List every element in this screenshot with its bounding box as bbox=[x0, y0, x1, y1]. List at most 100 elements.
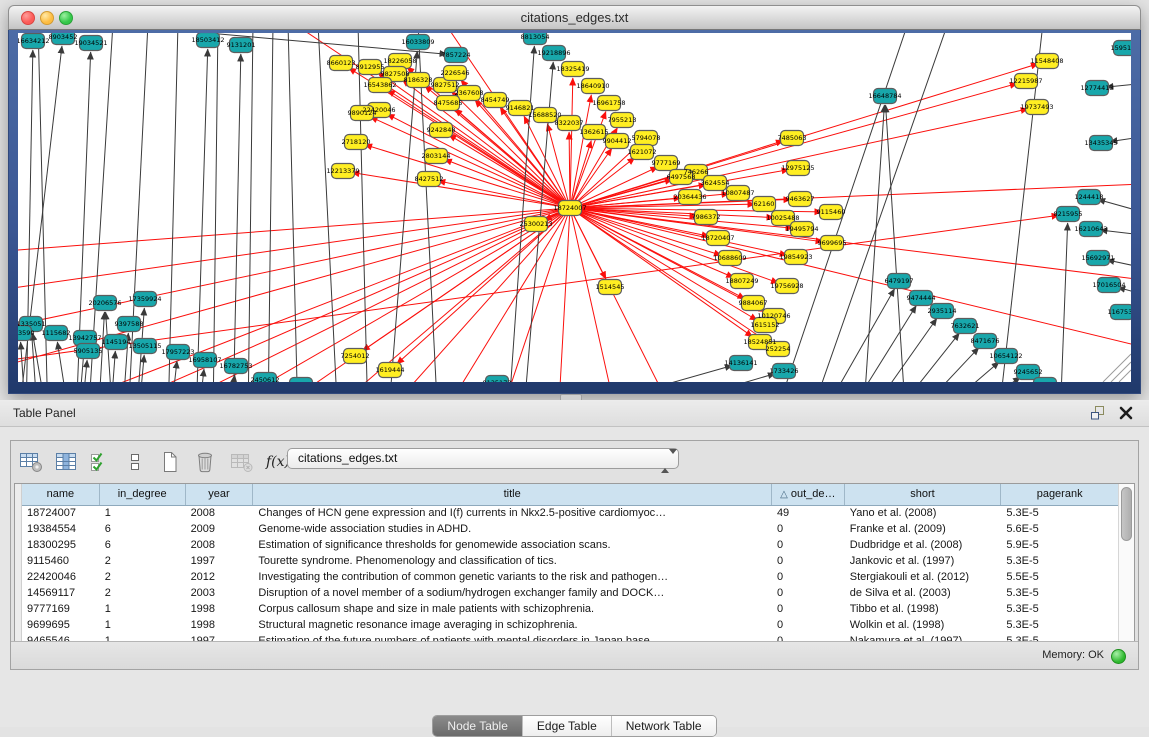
table-cell: 0 bbox=[772, 521, 845, 537]
column-header-out-de-[interactable]: △out_de… bbox=[772, 484, 845, 505]
table-toolbar: f(x) bbox=[19, 446, 290, 478]
network-node-label: 2450612 bbox=[251, 376, 280, 382]
memory-status-icon bbox=[1111, 649, 1126, 664]
network-node-label: 16782753 bbox=[219, 362, 252, 370]
network-edge bbox=[888, 333, 959, 382]
network-node-label: 17016504 bbox=[1092, 281, 1125, 289]
network-node-label: 20364436 bbox=[673, 193, 706, 201]
table-cell: 1998 bbox=[186, 617, 254, 633]
network-node-label: 16210643 bbox=[1074, 225, 1107, 233]
network-node-label: 9904412 bbox=[603, 137, 632, 145]
network-node-label: 8471676 bbox=[971, 337, 1000, 345]
network-node-label: 7485063 bbox=[778, 134, 807, 142]
table-cell: Changes of HCN gene expression and I(f) … bbox=[253, 505, 772, 521]
table-cell: Stergiakouli et al. (2012) bbox=[845, 569, 1002, 585]
network-node-label: 17957223 bbox=[161, 348, 194, 356]
table-cell: Estimation of significance thresholds fo… bbox=[253, 537, 772, 553]
table-row[interactable]: 1830029562008Estimation of significance … bbox=[22, 537, 1119, 553]
table-cell: 9699695 bbox=[22, 617, 100, 633]
column-header-short[interactable]: short bbox=[845, 484, 1002, 505]
table-cell: 18724007 bbox=[22, 505, 100, 521]
network-node-label: 9777169 bbox=[652, 159, 681, 167]
close-panel-icon[interactable] bbox=[1117, 404, 1135, 422]
network-node-label: 10025488 bbox=[766, 214, 799, 222]
column-header-pagerank[interactable]: pagerank bbox=[1001, 484, 1119, 505]
network-node-label: 6497568 bbox=[667, 173, 696, 181]
table-cell: 5.3E-5 bbox=[1001, 601, 1119, 617]
network-edge bbox=[818, 289, 895, 382]
network-edge bbox=[570, 78, 573, 208]
network-node-label: 3913590 bbox=[18, 329, 34, 337]
network-node-label: 16648784 bbox=[868, 92, 901, 100]
tab-edge-table[interactable]: Edge Table bbox=[523, 716, 612, 736]
table-cell: 2003 bbox=[186, 585, 254, 601]
table-row[interactable]: 1938455462009Genome-wide association stu… bbox=[22, 521, 1119, 537]
table-row[interactable]: 1456911722003Disruption of a novel membe… bbox=[22, 585, 1119, 601]
network-node-label: 19034521 bbox=[74, 39, 107, 47]
table-row[interactable]: 1872400712008Changes of HCN gene express… bbox=[22, 505, 1119, 521]
network-edge bbox=[198, 208, 570, 382]
column-header-year[interactable]: year bbox=[186, 484, 254, 505]
network-node-label: 1362615 bbox=[580, 128, 609, 136]
column-header-in-degree[interactable]: in_degree bbox=[100, 484, 186, 505]
row-pair-icon[interactable] bbox=[124, 450, 148, 474]
network-edge bbox=[886, 105, 906, 382]
table-row[interactable]: 911546021997Tourette syndrome. Phenomeno… bbox=[22, 553, 1119, 569]
table-cell: 1997 bbox=[186, 553, 254, 569]
select-rows-icon[interactable] bbox=[89, 450, 113, 474]
table-row[interactable]: 977716911998Corpus callosum shape and si… bbox=[22, 601, 1119, 617]
network-edge bbox=[570, 208, 779, 283]
table-left-margin bbox=[15, 484, 22, 665]
scrollbar-thumb[interactable] bbox=[1121, 487, 1132, 541]
resize-grip-icon[interactable] bbox=[1111, 362, 1131, 382]
table-tabbar: Node TableEdge TableNetwork Table bbox=[11, 715, 1138, 737]
network-node-label: 9115460 bbox=[817, 208, 846, 216]
network-node-label: 6479197 bbox=[885, 277, 914, 285]
table-cell: 19384554 bbox=[22, 521, 100, 537]
network-node-label: 19218896 bbox=[537, 49, 570, 57]
column-header-name[interactable]: name bbox=[22, 484, 100, 505]
network-node-label: 1595113 bbox=[1111, 44, 1131, 52]
table-row[interactable]: 969969511998Structural magnetic resonanc… bbox=[22, 617, 1119, 633]
tab-node-table[interactable]: Node Table bbox=[433, 716, 523, 736]
delete-table-disabled-icon bbox=[229, 450, 253, 474]
network-node-label: 16634212 bbox=[18, 37, 50, 45]
resize-grip-icon[interactable] bbox=[1103, 354, 1131, 382]
network-node-label: 1514545 bbox=[596, 283, 625, 291]
window-titlebar[interactable]: citations_edges.txt bbox=[8, 5, 1141, 30]
network-node-label: 10807487 bbox=[721, 189, 754, 197]
network-node-label: 9135172 bbox=[483, 379, 512, 382]
table-scrollbar[interactable] bbox=[1118, 484, 1134, 665]
table-settings-icon[interactable] bbox=[19, 450, 43, 474]
new-document-icon[interactable] bbox=[159, 450, 183, 474]
table-cell: 22420046 bbox=[22, 569, 100, 585]
table-selector-dropdown[interactable]: citations_edges.txt bbox=[287, 448, 679, 469]
delete-icon[interactable] bbox=[194, 450, 218, 474]
network-edge bbox=[198, 369, 204, 382]
table-row[interactable]: 2242004622012Investigating the contribut… bbox=[22, 569, 1119, 585]
network-node-label: 9397588 bbox=[115, 320, 144, 328]
column-header-title[interactable]: title bbox=[253, 484, 772, 505]
network-node-label: 9827512 bbox=[431, 81, 460, 89]
network-node-label: 16033809 bbox=[401, 38, 434, 46]
citation-network-graph[interactable]: 1872400786601238912955182260589827508165… bbox=[18, 33, 1131, 382]
table-cell: Genome-wide association studies in ADHD. bbox=[253, 521, 772, 537]
network-node-label: 8427512 bbox=[415, 175, 444, 183]
network-node-label: 1621072 bbox=[628, 148, 657, 156]
network-edge bbox=[365, 145, 570, 208]
table-cell: 0 bbox=[772, 617, 845, 633]
network-canvas[interactable]: 1872400786601238912955182260589827508165… bbox=[18, 33, 1131, 382]
table-tab-group: Node TableEdge TableNetwork Table bbox=[432, 715, 716, 737]
network-node-label: 1124560 bbox=[1031, 381, 1060, 382]
network-edge bbox=[213, 33, 218, 382]
network-node-label: 9474444 bbox=[907, 294, 936, 302]
network-node-label: 13435345 bbox=[1084, 139, 1117, 147]
network-node-label: 62160 bbox=[754, 200, 775, 208]
tab-network-table[interactable]: Network Table bbox=[612, 716, 716, 736]
table-cell: Structural magnetic resonance image aver… bbox=[253, 617, 772, 633]
table-column-icon[interactable] bbox=[54, 450, 78, 474]
float-window-icon[interactable] bbox=[1089, 404, 1107, 422]
table-cell: Yano et al. (2008) bbox=[845, 505, 1002, 521]
table-cell: 1 bbox=[100, 505, 186, 521]
desktop: { "window": { "title": "citations_edges.… bbox=[0, 0, 1149, 727]
